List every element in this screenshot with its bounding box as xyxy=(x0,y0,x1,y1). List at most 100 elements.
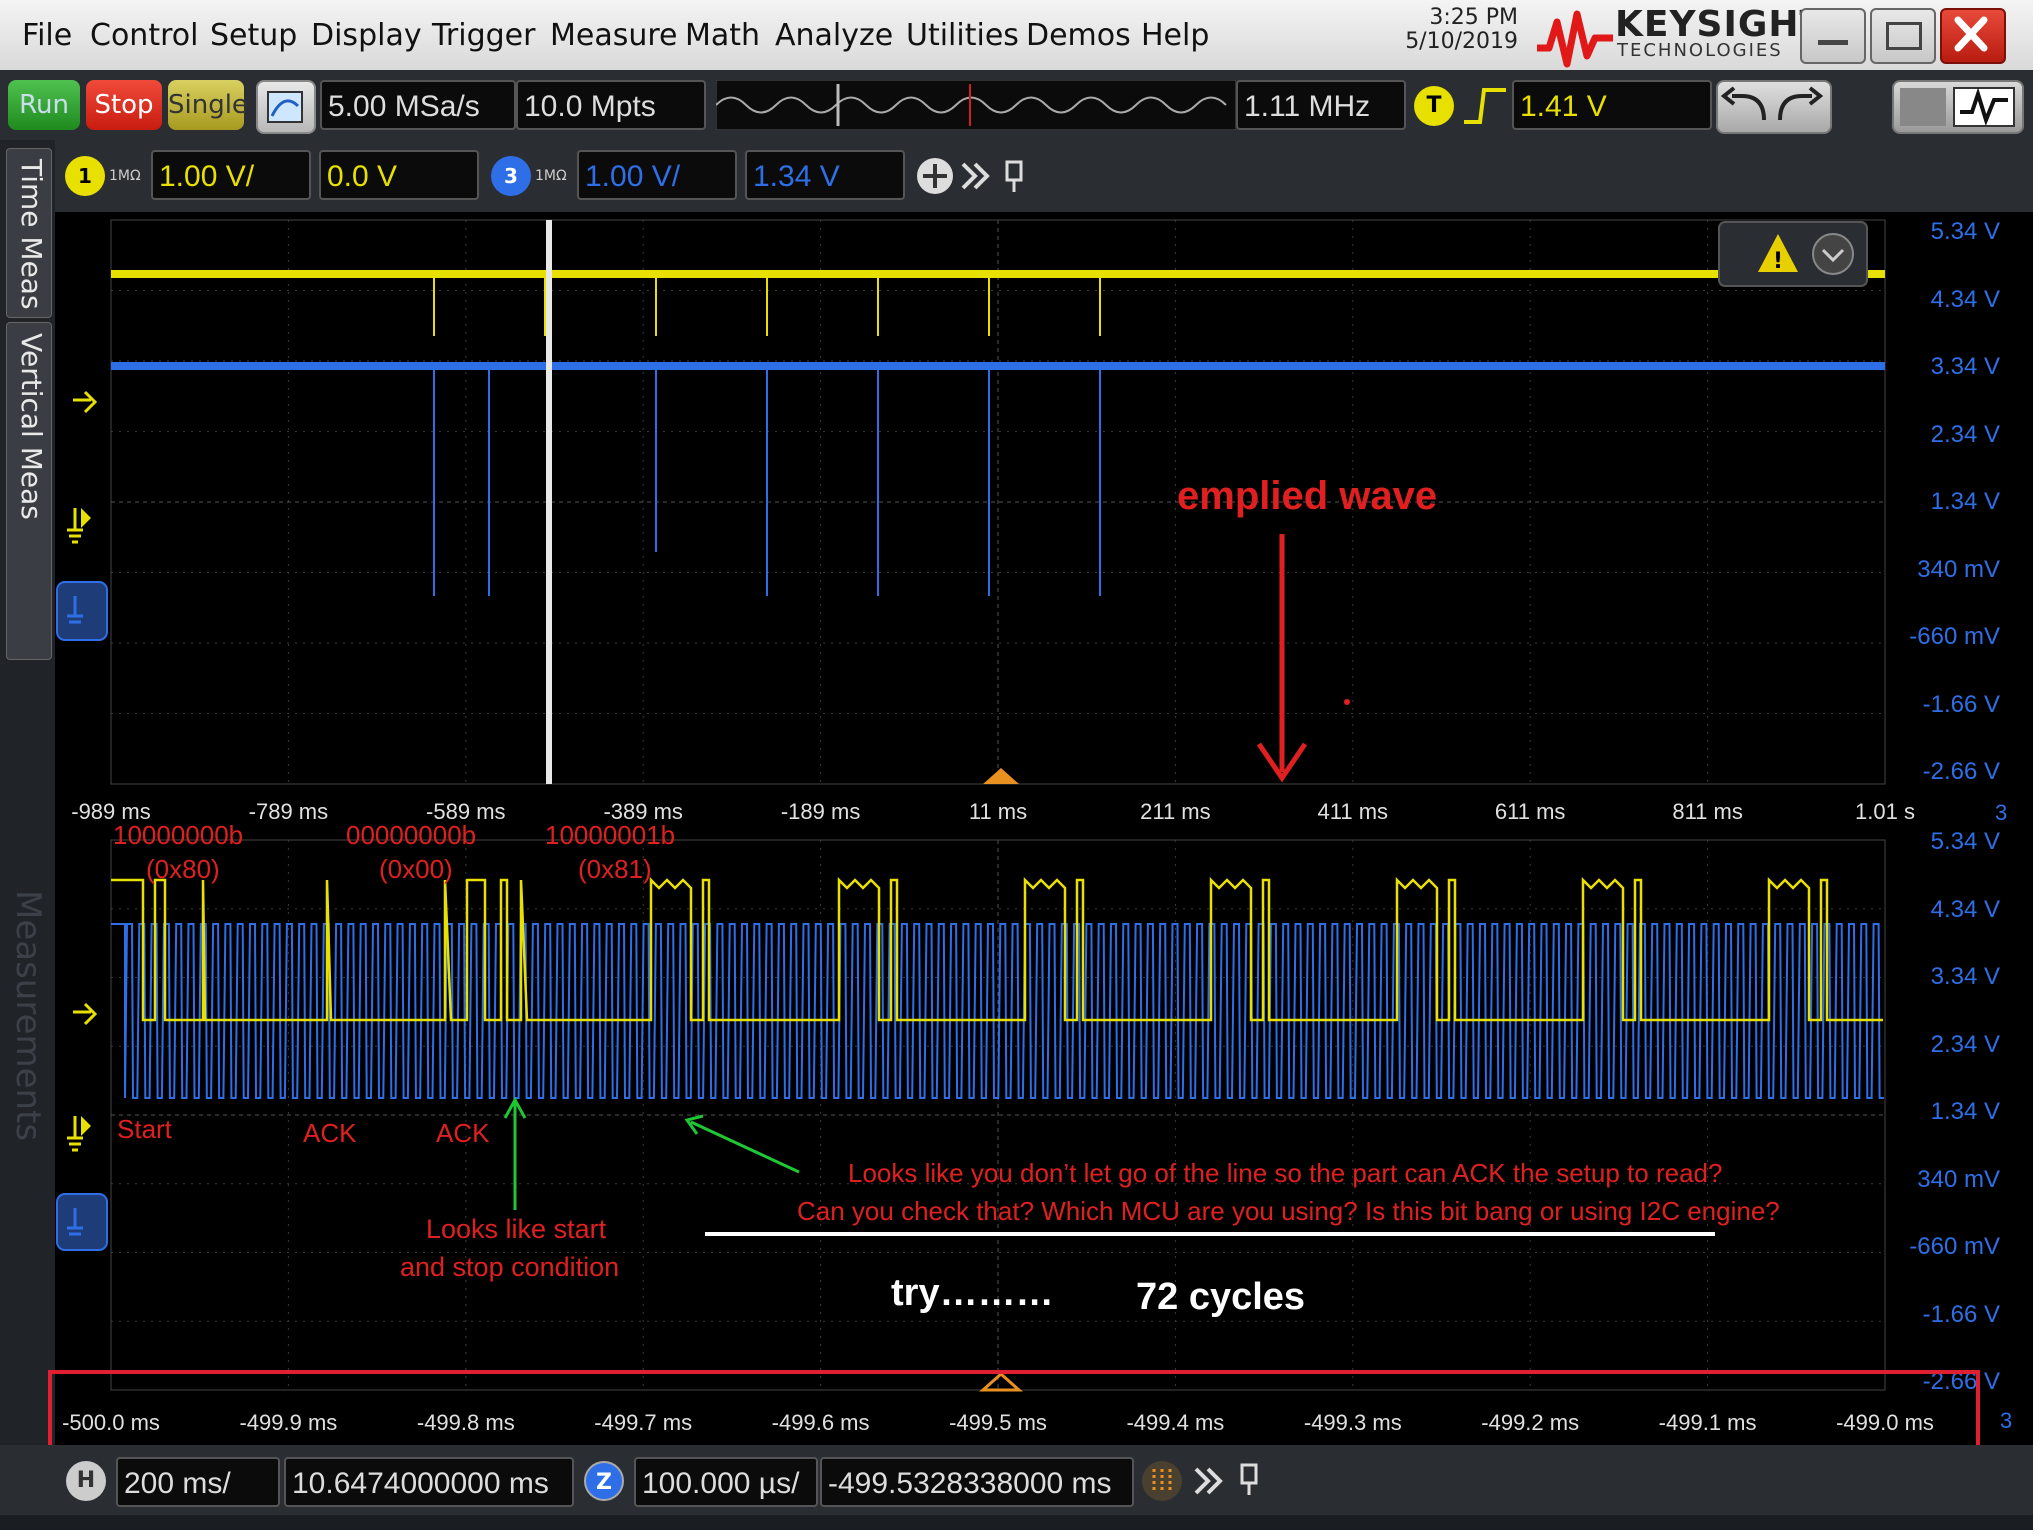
try-label: try……… xyxy=(891,1272,1054,1314)
menu-help[interactable]: Help xyxy=(1141,18,1209,53)
lower-plot-area[interactable]: 10000000b (0x80) 00000000b (0x00) 100000… xyxy=(48,820,2033,1450)
clock-date: 5/10/2019 xyxy=(1405,29,1518,54)
single-button[interactable]: Single xyxy=(168,80,248,130)
time-meas-label: Time Meas xyxy=(15,159,48,310)
stop-button[interactable]: Stop xyxy=(86,80,162,130)
upper-y-label-0: 5.34 V xyxy=(1930,218,2000,245)
menu-control[interactable]: Control xyxy=(90,18,198,53)
run-button[interactable]: Run xyxy=(8,80,80,130)
minimize-button[interactable] xyxy=(1800,8,1866,64)
channel-1-badge[interactable]: 1 xyxy=(65,156,105,196)
comment-line-1: Looks like you don’t let go of the line … xyxy=(848,1158,1723,1188)
warning-panel[interactable]: ! xyxy=(1718,221,1868,287)
byte2-binary-label: 00000000b xyxy=(346,820,477,850)
horizontal-position-field[interactable]: 10.6474000000 ms xyxy=(284,1457,574,1507)
menu-utilities[interactable]: Utilities xyxy=(906,18,1019,53)
channel-3-badge[interactable]: 3 xyxy=(491,156,531,196)
horizontal-badge[interactable]: H xyxy=(66,1461,106,1501)
upper-x-label-8: 611 ms xyxy=(1494,799,1566,824)
channel-3-scale-field[interactable]: 1.00 V/ xyxy=(577,150,737,200)
menu-demos[interactable]: Demos xyxy=(1026,18,1131,53)
sample-rate-field[interactable]: 5.00 MSa/s xyxy=(320,80,516,130)
upper-x-label-7: 411 ms xyxy=(1317,799,1389,824)
clock: 3:25 PM 5/10/2019 xyxy=(1398,6,1518,54)
channel-3-offset-field[interactable]: 1.34 V xyxy=(745,150,905,200)
undo-redo-icons xyxy=(1720,86,1824,121)
upper-x-label-1: -789 ms xyxy=(248,799,329,824)
waveform-overview[interactable] xyxy=(716,80,1236,130)
autoscale-icon xyxy=(267,91,303,123)
keysight-logo-icon xyxy=(1537,10,1613,68)
lower-y-label-6: -660 mV xyxy=(1909,1233,2000,1260)
green-arrow-2 xyxy=(684,1114,800,1174)
ack-label-2: ACK xyxy=(436,1118,490,1148)
more-chevron-icon[interactable] xyxy=(961,162,990,190)
memory-depth-field[interactable]: 10.0 Mpts xyxy=(516,80,706,130)
trigger-badge[interactable]: T xyxy=(1414,86,1454,126)
menu-math[interactable]: Math xyxy=(685,18,760,53)
channel-1-scale-field[interactable]: 1.00 V/ xyxy=(151,150,311,200)
zoom-ch3-ground-icon[interactable] xyxy=(56,1193,108,1251)
upper-y-label-8: -2.66 V xyxy=(1922,758,2000,785)
menu-display[interactable]: Display xyxy=(311,18,422,53)
zoom-timebase-field[interactable]: 100.000 µs/ xyxy=(634,1457,818,1507)
bottom-more-chevron-icon[interactable] xyxy=(1194,1467,1223,1495)
timebase-bar: H 200 ms/ 10.6474000000 ms Z 100.000 µs/… xyxy=(0,1445,2033,1515)
menu-analyze[interactable]: Analyze xyxy=(775,18,893,53)
ch1-ground-marker-icon[interactable] xyxy=(67,508,91,544)
zoom-position-field[interactable]: -499.5328338000 ms xyxy=(820,1457,1134,1507)
comment-line-2: Can you check that? Which MCU are you us… xyxy=(797,1196,1780,1226)
zoom-ch1-ground-icon[interactable] xyxy=(67,1116,91,1152)
menu-measure[interactable]: Measure xyxy=(550,18,678,53)
channel-1-offset-field[interactable]: 0.0 V xyxy=(319,150,479,200)
rising-edge-icon[interactable] xyxy=(1462,84,1508,128)
trigger-level-marker-icon[interactable] xyxy=(73,390,98,414)
upper-x-label-5: 11 ms xyxy=(968,799,1028,824)
upper-y-label-7: -1.66 V xyxy=(1922,690,2000,718)
brand-name: KEYSIGHT xyxy=(1615,4,1826,45)
redo-icon[interactable] xyxy=(1778,86,1824,121)
channel-1-impedance: 1MΩ xyxy=(109,168,141,184)
trigger-level-field[interactable]: 1.41 V xyxy=(1512,80,1712,130)
ch1-zoom-trace xyxy=(111,876,1883,1022)
zoom-badge[interactable]: Z xyxy=(584,1461,624,1501)
ch3-ground-marker-icon[interactable] xyxy=(56,581,108,641)
vertical-meas-label: Vertical Meas xyxy=(15,333,48,520)
byte1-binary-label: 10000000b xyxy=(113,820,244,850)
clock-time: 3:25 PM xyxy=(1429,5,1518,30)
timebase-field[interactable]: 200 ms/ xyxy=(116,1457,280,1507)
sidebar: Time Meas Vertical Meas Measurements » xyxy=(0,140,55,1504)
upper-plot-area[interactable]: ! emplied wave 5.34 V 4.34 V 3.34 V 2.34 V 1… xyxy=(55,212,2033,832)
upper-grid xyxy=(110,219,1886,785)
upper-waveform-svg[interactable]: ! xyxy=(55,212,2033,832)
collapse-chevron-icon xyxy=(1812,233,1854,275)
menu-file[interactable]: File xyxy=(22,18,72,53)
x-axis-highlight-box xyxy=(48,1370,1980,1450)
lower-y-label-4: 1.34 V xyxy=(1930,1098,2000,1125)
menu-bar: File Control Setup Display Trigger Measu… xyxy=(0,0,2033,71)
zoom-trigger-marker-icon[interactable] xyxy=(73,1002,98,1026)
close-button[interactable] xyxy=(1940,8,2006,64)
add-channel-icon[interactable] xyxy=(917,158,953,194)
oscilloscope-window: File Control Setup Display Trigger Measu… xyxy=(0,0,2033,1530)
ch3-zoom-trace xyxy=(111,923,1884,1099)
undo-icon[interactable] xyxy=(1720,86,1766,121)
pin-icon[interactable] xyxy=(1005,160,1023,192)
maximize-icon xyxy=(1886,22,1922,50)
waveform-view-button[interactable] xyxy=(1892,80,2024,134)
menu-setup[interactable]: Setup xyxy=(210,18,297,53)
ack-label-1: ACK xyxy=(303,1118,357,1148)
channel-controls xyxy=(917,158,1023,194)
bottom-pin-icon[interactable] xyxy=(1240,1463,1258,1495)
screenshot-frame: File Control Setup Display Trigger Measu… xyxy=(0,0,2041,1536)
autoscale-button[interactable] xyxy=(256,80,316,134)
byte2-hex-label: (0x00) xyxy=(379,854,453,884)
time-meas-tab[interactable]: Time Meas xyxy=(6,148,52,318)
menu-trigger[interactable]: Trigger xyxy=(432,18,535,53)
navigation-icon[interactable] xyxy=(1142,1461,1182,1501)
vertical-meas-tab[interactable]: Vertical Meas xyxy=(6,322,52,660)
maximize-button[interactable] xyxy=(1870,8,1936,64)
start-stop-note-line2: and stop condition xyxy=(400,1252,620,1282)
lower-y-label-0: 5.34 V xyxy=(1930,828,2000,855)
channel-3-impedance: 1MΩ xyxy=(535,168,567,184)
